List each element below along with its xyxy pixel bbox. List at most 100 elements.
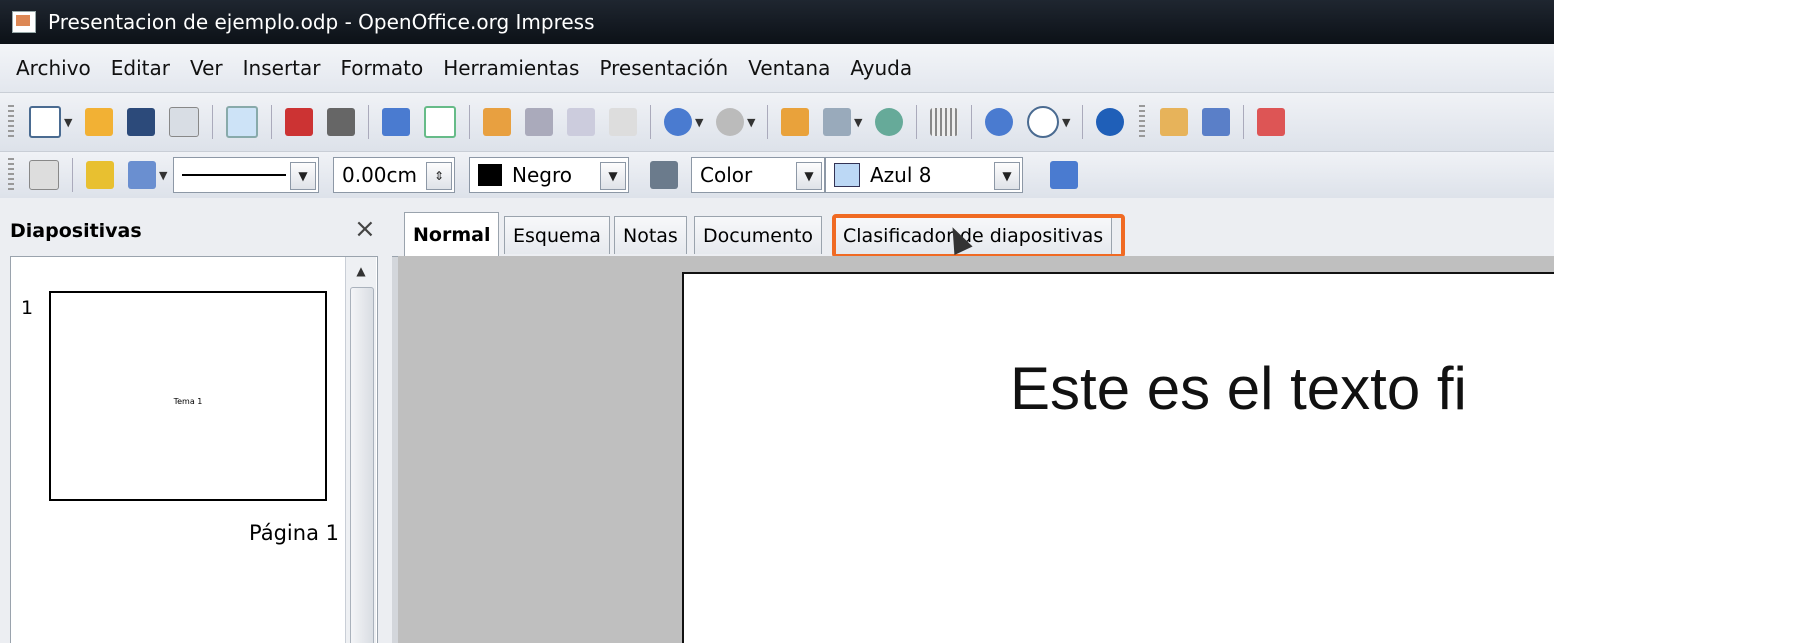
help-icon[interactable] [1096, 108, 1124, 136]
chevron-down-icon[interactable]: ▼ [994, 162, 1020, 190]
edit-file-icon[interactable] [226, 106, 258, 138]
slides-panel: Diapositivas × 1 Tema 1 Página 1 ▲ [0, 198, 392, 643]
tab-highlight [832, 214, 1125, 258]
impress-app-icon [12, 11, 36, 33]
chevron-down-icon[interactable]: ▼ [290, 162, 316, 190]
standard-toolbar: ▼ ▼ ▼ ▼ ▼ [0, 92, 1554, 152]
slide-list[interactable]: 1 Tema 1 Página 1 ▲ [10, 256, 378, 643]
slide-canvas[interactable]: Este es el texto fi [398, 256, 1554, 643]
toolbar-separator [469, 105, 470, 139]
navigator-icon[interactable] [985, 108, 1013, 136]
spellcheck-icon[interactable] [382, 108, 410, 136]
slide-text[interactable]: Este es el texto fi [1010, 354, 1467, 423]
slide-thumbnail[interactable]: Tema 1 [49, 291, 327, 501]
toolbar-separator [271, 105, 272, 139]
pdf-icon[interactable] [285, 108, 313, 136]
scrollbar-thumb[interactable] [350, 287, 374, 643]
area-fill-swatch [834, 163, 860, 187]
line-width-value: 0.00cm [342, 163, 418, 187]
toolbar-separator [971, 105, 972, 139]
area-icon[interactable] [650, 161, 678, 189]
menu-archivo[interactable]: Archivo [16, 56, 91, 80]
redo-icon[interactable] [716, 108, 744, 136]
redo-dropdown-icon[interactable]: ▼ [747, 116, 757, 129]
line-style-preview [182, 174, 286, 176]
slide-design-icon[interactable] [1202, 108, 1230, 136]
line-color-value: Negro [512, 163, 572, 187]
print-icon[interactable] [327, 108, 355, 136]
slide[interactable]: Este es el texto fi [682, 272, 1554, 643]
toolbar-grip[interactable] [8, 105, 14, 139]
new-dropdown-icon[interactable]: ▼ [64, 116, 74, 129]
spinner-icon[interactable]: ⇕ [426, 162, 452, 190]
tab-esquema[interactable]: Esquema [504, 216, 610, 254]
close-icon[interactable]: × [354, 214, 376, 244]
slide-icon[interactable] [1160, 108, 1188, 136]
zoom-dropdown-icon[interactable]: ▼ [1062, 116, 1072, 129]
toolbar-separator [212, 105, 213, 139]
toolbar-separator [1243, 105, 1244, 139]
window-title: Presentacion de ejemplo.odp - OpenOffice… [48, 10, 595, 34]
line-width-field[interactable]: 0.00cm ⇕ [333, 157, 455, 193]
styles-icon[interactable] [29, 160, 59, 190]
new-icon[interactable] [29, 106, 61, 138]
app-window: Presentacion de ejemplo.odp - OpenOffice… [0, 0, 1554, 643]
shadow-icon[interactable] [1050, 161, 1078, 189]
table-dropdown-icon[interactable]: ▼ [854, 116, 864, 129]
toolbar-separator [916, 105, 917, 139]
menu-presentacion[interactable]: Presentación [599, 56, 728, 80]
scroll-up-icon[interactable]: ▲ [346, 257, 376, 285]
slide-show-icon[interactable] [1257, 108, 1285, 136]
chart-icon[interactable] [781, 108, 809, 136]
email-icon[interactable] [169, 107, 199, 137]
area-style-value: Color [700, 163, 753, 187]
chevron-down-icon[interactable]: ▼ [796, 162, 822, 190]
arrow-style-dropdown-icon[interactable]: ▼ [159, 169, 169, 182]
area-fill-select[interactable]: Azul 8 ▼ [825, 157, 1023, 193]
grid-icon[interactable] [930, 108, 958, 136]
copy-icon[interactable] [525, 108, 553, 136]
undo-icon[interactable] [664, 108, 692, 136]
line-icon[interactable] [86, 161, 114, 189]
open-icon[interactable] [85, 108, 113, 136]
toolbar-separator [650, 105, 651, 139]
tab-documento[interactable]: Documento [694, 216, 823, 254]
menu-ayuda[interactable]: Ayuda [850, 56, 912, 80]
slide-list-scrollbar[interactable]: ▲ [345, 257, 376, 643]
paste-icon[interactable] [567, 108, 595, 136]
area-style-select[interactable]: Color ▼ [691, 157, 825, 193]
clone-format-icon[interactable] [609, 108, 637, 136]
toolbar-separator [767, 105, 768, 139]
menu-ver[interactable]: Ver [190, 56, 223, 80]
autospell-icon[interactable] [424, 106, 456, 138]
menu-formato[interactable]: Formato [340, 56, 423, 80]
chevron-down-icon[interactable]: ▼ [600, 162, 626, 190]
toolbar-grip[interactable] [1139, 105, 1145, 139]
tab-notas[interactable]: Notas [614, 216, 687, 254]
page-label: Página 1 [249, 521, 339, 545]
view-tabs: Normal Esquema Notas Documento Clasifica… [392, 198, 1554, 258]
undo-dropdown-icon[interactable]: ▼ [695, 116, 705, 129]
area-fill-value: Azul 8 [870, 163, 932, 187]
fontwork-icon[interactable] [875, 108, 903, 136]
tab-normal[interactable]: Normal [404, 212, 500, 256]
menu-insertar[interactable]: Insertar [243, 56, 321, 80]
slide-number: 1 [21, 297, 34, 319]
toolbar-separator [72, 158, 73, 192]
slides-panel-title: Diapositivas [10, 220, 142, 242]
arrow-style-icon[interactable] [128, 161, 156, 189]
menu-editar[interactable]: Editar [111, 56, 170, 80]
zoom-icon[interactable] [1027, 106, 1059, 138]
toolbar-grip[interactable] [8, 158, 14, 192]
line-color-select[interactable]: Negro ▼ [469, 157, 629, 193]
menu-ventana[interactable]: Ventana [748, 56, 830, 80]
line-color-swatch [478, 164, 502, 186]
toolbar-separator [368, 105, 369, 139]
line-fill-toolbar: ▼ ▼ 0.00cm ⇕ Negro ▼ Color ▼ Azul 8 ▼ [0, 151, 1554, 199]
cut-icon[interactable] [483, 108, 511, 136]
menu-herramientas[interactable]: Herramientas [443, 56, 579, 80]
line-style-select[interactable]: ▼ [173, 157, 319, 193]
save-icon[interactable] [127, 108, 155, 136]
menu-bar: Archivo Editar Ver Insertar Formato Herr… [0, 44, 1554, 92]
table-icon[interactable] [823, 108, 851, 136]
